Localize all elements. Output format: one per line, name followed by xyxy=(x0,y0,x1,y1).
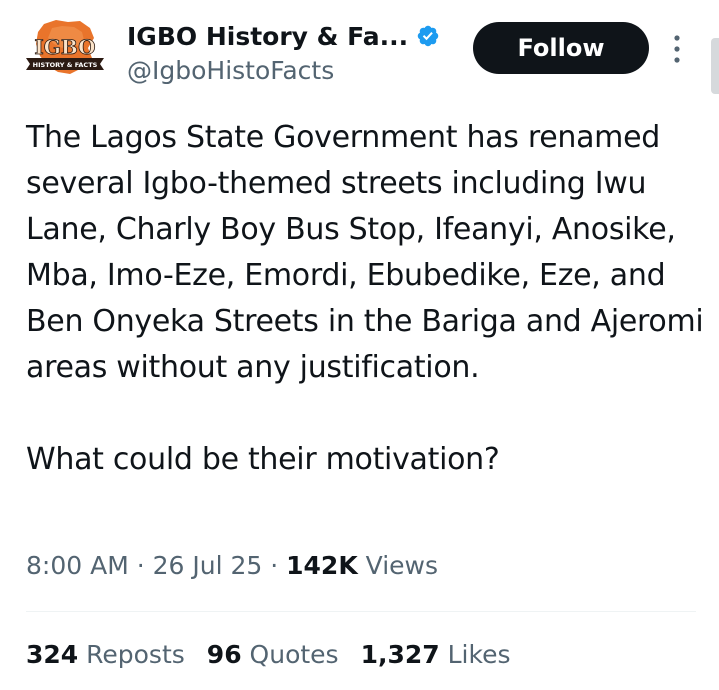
name-row: IGBO History & Fa... xyxy=(127,18,440,54)
quotes-label: Quotes xyxy=(249,640,339,669)
display-name[interactable]: IGBO History & Fa... xyxy=(127,22,408,51)
engagement-stats: 324 Reposts 96 Quotes 1,327 Likes xyxy=(26,640,510,669)
views-label: Views xyxy=(357,551,439,580)
follow-button[interactable]: Follow xyxy=(473,22,649,74)
tweet-time[interactable]: 8:00 AM xyxy=(26,551,129,580)
meta-separator: · xyxy=(262,551,287,580)
avatar-logo-subtext: HISTORY & FACTS xyxy=(33,61,98,69)
likes-count: 1,327 xyxy=(360,640,440,669)
meta-separator: · xyxy=(128,551,153,580)
tweet-paragraph-2: What could be their motivation? xyxy=(26,442,500,477)
quotes-count: 96 xyxy=(206,640,242,669)
likes-stat[interactable]: 1,327 Likes xyxy=(361,640,511,669)
avatar-logo-text: IGBO xyxy=(34,35,95,59)
reposts-label: Reposts xyxy=(86,640,185,669)
avatar[interactable]: IGBO HISTORY & FACTS xyxy=(22,18,108,82)
verified-badge-icon xyxy=(417,25,439,47)
igbo-logo: IGBO HISTORY & FACTS xyxy=(26,20,104,74)
handle[interactable]: @IgboHistoFacts xyxy=(127,56,440,85)
likes-label: Likes xyxy=(447,640,511,669)
tweet-text: The Lagos State Government has renamed s… xyxy=(26,115,706,483)
quotes-stat[interactable]: 96 Quotes xyxy=(207,640,339,669)
tweet-meta: 8:00 AM · 26 Jul 25 · 142K Views xyxy=(26,551,438,580)
more-vertical-icon[interactable] xyxy=(672,34,682,64)
author-block: IGBO History & Fa... @IgboHistoFacts xyxy=(127,18,440,85)
divider xyxy=(26,611,696,612)
reposts-count: 324 xyxy=(26,640,79,669)
tweet-date[interactable]: 26 Jul 25 xyxy=(153,551,263,580)
tweet-paragraph-1: The Lagos State Government has renamed s… xyxy=(26,120,704,385)
reposts-stat[interactable]: 324 Reposts xyxy=(26,640,185,669)
scrollbar-edge[interactable] xyxy=(711,38,719,94)
views-count: 142K xyxy=(286,551,358,580)
